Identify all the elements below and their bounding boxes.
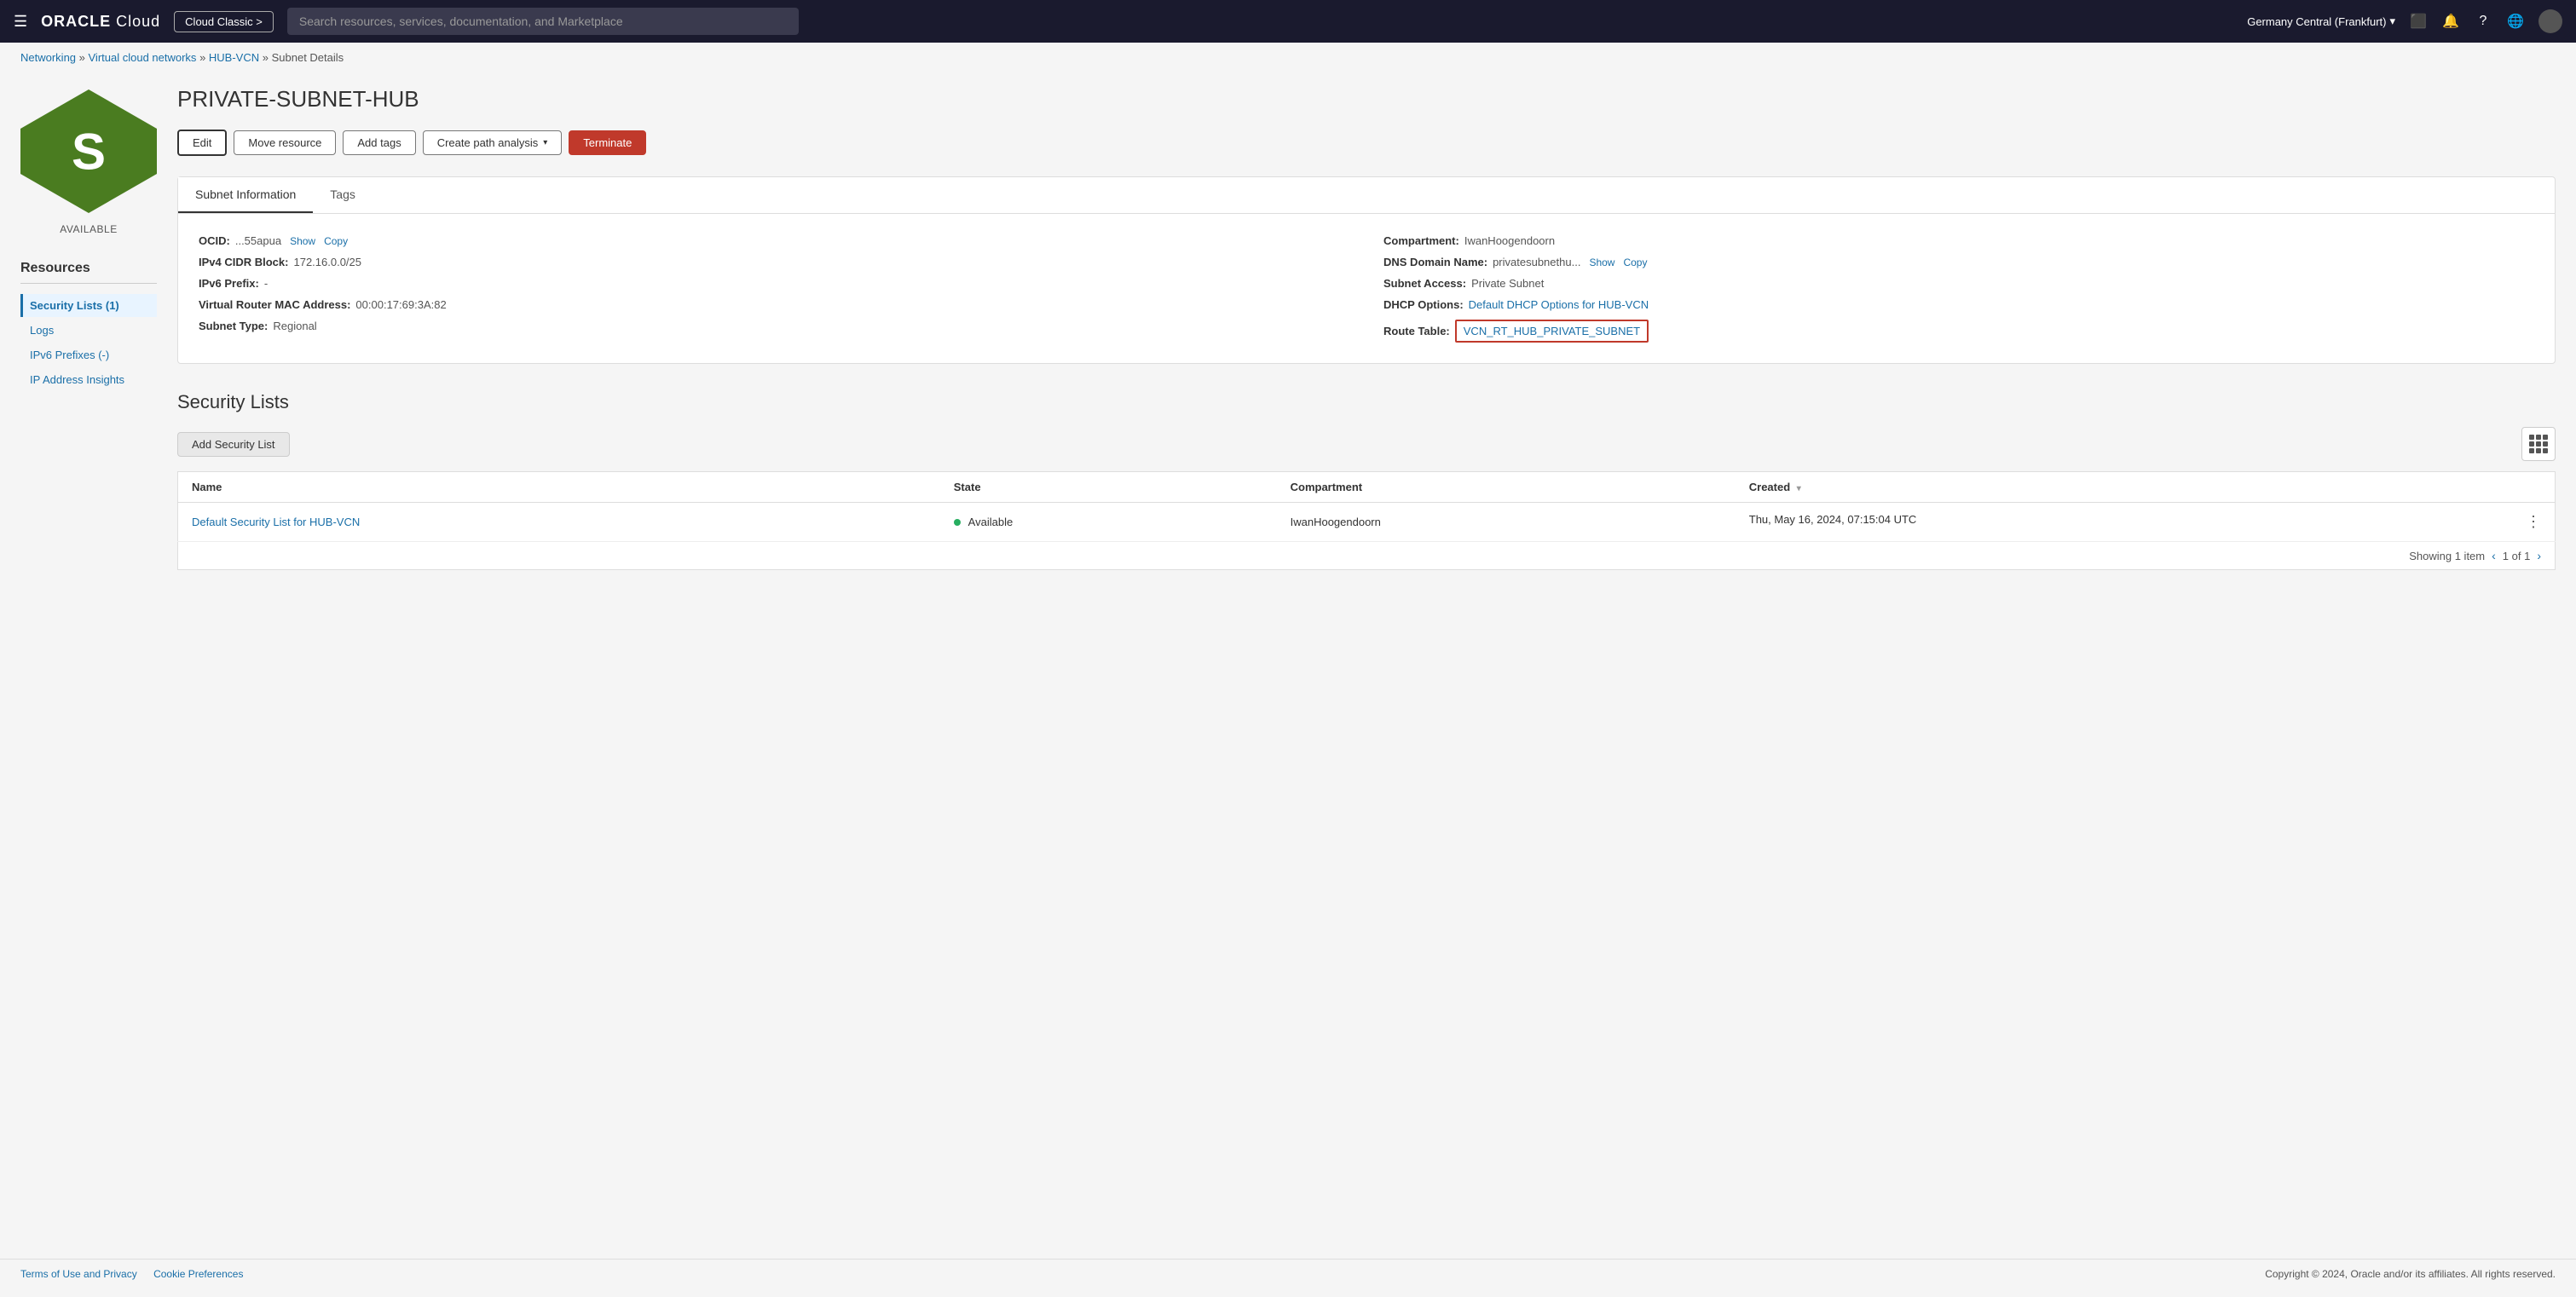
col-header-created[interactable]: Created ▾ bbox=[1736, 472, 2556, 503]
col-header-name: Name bbox=[178, 472, 940, 503]
prev-page-button[interactable]: ‹ bbox=[2492, 549, 2496, 562]
breadcrumb-vcn-list[interactable]: Virtual cloud networks bbox=[89, 51, 197, 64]
oracle-logo: ORACLE Cloud bbox=[41, 13, 160, 31]
row-menu-icon[interactable]: ⋮ bbox=[2526, 513, 2541, 531]
edit-button[interactable]: Edit bbox=[177, 130, 227, 156]
cookie-preferences-link[interactable]: Cookie Preferences bbox=[153, 1268, 243, 1280]
main-content: S AVAILABLE Resources Security Lists (1)… bbox=[0, 72, 2576, 1259]
cell-state: Available bbox=[940, 503, 1277, 542]
right-panel: PRIVATE-SUBNET-HUB Edit Move resource Ad… bbox=[177, 72, 2556, 1238]
action-buttons: Edit Move resource Add tags Create path … bbox=[177, 130, 2556, 156]
sidebar-item-ip-address-insights[interactable]: IP Address Insights bbox=[20, 368, 157, 391]
status-dot-icon bbox=[954, 519, 961, 526]
move-resource-button[interactable]: Move resource bbox=[234, 130, 336, 155]
cell-created: Thu, May 16, 2024, 07:15:04 UTC ⋮ bbox=[1736, 503, 2556, 542]
notification-bell-icon[interactable]: 🔔 bbox=[2441, 12, 2460, 31]
info-left-column: OCID: ...55apua Show Copy IPv4 CIDR Bloc… bbox=[199, 234, 1349, 343]
cell-name: Default Security List for HUB-VCN bbox=[178, 503, 940, 542]
tab-container: Subnet Information Tags OCID: ...55apua … bbox=[177, 176, 2556, 364]
subnet-icon: S bbox=[20, 89, 157, 213]
add-tags-button[interactable]: Add tags bbox=[343, 130, 415, 155]
security-list-link[interactable]: Default Security List for HUB-VCN bbox=[192, 516, 360, 528]
region-selector[interactable]: Germany Central (Frankfurt) ▾ bbox=[2247, 14, 2395, 28]
user-avatar[interactable] bbox=[2538, 9, 2562, 33]
section-actions: Add Security List bbox=[177, 427, 2556, 461]
cloud-classic-button[interactable]: Cloud Classic > bbox=[174, 11, 274, 32]
cell-compartment: IwanHoogendoorn bbox=[1277, 503, 1736, 542]
table-footer: Showing 1 item ‹ 1 of 1 › bbox=[177, 542, 2556, 570]
dns-domain-row: DNS Domain Name: privatesubnethu... Show… bbox=[1383, 256, 2534, 268]
ipv4-cidr-row: IPv4 CIDR Block: 172.16.0.0/25 bbox=[199, 256, 1349, 268]
ocid-show-link[interactable]: Show bbox=[290, 235, 315, 247]
tab-header: Subnet Information Tags bbox=[178, 177, 2555, 214]
dhcp-options-link[interactable]: Default DHCP Options for HUB-VCN bbox=[1469, 298, 1649, 311]
sidebar-item-ipv6-prefixes[interactable]: IPv6 Prefixes (-) bbox=[20, 343, 157, 366]
subnet-access-row: Subnet Access: Private Subnet bbox=[1383, 277, 2534, 290]
status-badge: AVAILABLE bbox=[60, 223, 117, 235]
hex-letter: S bbox=[72, 122, 106, 181]
add-security-list-button[interactable]: Add Security List bbox=[177, 432, 290, 457]
sidebar-item-security-lists[interactable]: Security Lists (1) bbox=[20, 294, 157, 317]
route-table-row: Route Table: VCN_RT_HUB_PRIVATE_SUBNET bbox=[1383, 320, 2534, 343]
showing-items-label: Showing 1 item bbox=[2409, 550, 2485, 562]
route-table-highlight: VCN_RT_HUB_PRIVATE_SUBNET bbox=[1455, 320, 1649, 343]
col-header-compartment: Compartment bbox=[1277, 472, 1736, 503]
table-row: Default Security List for HUB-VCN Availa… bbox=[178, 503, 2556, 542]
copyright-text: Copyright © 2024, Oracle and/or its affi… bbox=[2265, 1268, 2556, 1280]
security-lists-title: Security Lists bbox=[177, 391, 2556, 413]
page-info: 1 of 1 bbox=[2503, 550, 2531, 562]
nav-right-area: Germany Central (Frankfurt) ▾ ⬛ 🔔 ? 🌐 bbox=[2247, 9, 2562, 33]
subnet-info-grid: OCID: ...55apua Show Copy IPv4 CIDR Bloc… bbox=[199, 234, 2534, 343]
compartment-row: Compartment: IwanHoogendoorn bbox=[1383, 234, 2534, 247]
sidebar-item-logs[interactable]: Logs bbox=[20, 319, 157, 342]
dns-show-link[interactable]: Show bbox=[1589, 257, 1614, 268]
col-header-state: State bbox=[940, 472, 1277, 503]
sort-icon: ▾ bbox=[1797, 484, 1801, 493]
search-input[interactable] bbox=[287, 8, 799, 35]
language-icon[interactable]: 🌐 bbox=[2506, 12, 2525, 31]
ipv6-prefix-row: IPv6 Prefix: - bbox=[199, 277, 1349, 290]
help-icon[interactable]: ? bbox=[2474, 12, 2492, 31]
left-panel: S AVAILABLE Resources Security Lists (1)… bbox=[20, 72, 157, 1238]
resources-sidebar: Resources Security Lists (1) Logs IPv6 P… bbox=[20, 261, 157, 393]
terminate-button[interactable]: Terminate bbox=[569, 130, 646, 155]
dhcp-options-row: DHCP Options: Default DHCP Options for H… bbox=[1383, 298, 2534, 311]
resources-title: Resources bbox=[20, 261, 157, 276]
grid-icon bbox=[2529, 435, 2548, 453]
hamburger-menu-icon[interactable]: ☰ bbox=[14, 13, 27, 31]
page-title: PRIVATE-SUBNET-HUB bbox=[177, 86, 2556, 112]
breadcrumb: Networking » Virtual cloud networks » HU… bbox=[0, 43, 2576, 72]
footer-links: Terms of Use and Privacy Cookie Preferen… bbox=[20, 1268, 257, 1280]
security-lists-table: Name State Compartment Created ▾ Default… bbox=[177, 471, 2556, 542]
breadcrumb-current: Subnet Details bbox=[272, 51, 344, 64]
ocid-copy-link[interactable]: Copy bbox=[324, 235, 348, 247]
route-table-link[interactable]: VCN_RT_HUB_PRIVATE_SUBNET bbox=[1464, 325, 1640, 337]
mac-address-row: Virtual Router MAC Address: 00:00:17:69:… bbox=[199, 298, 1349, 311]
create-path-analysis-button[interactable]: Create path analysis ▾ bbox=[423, 130, 563, 155]
page-footer: Terms of Use and Privacy Cookie Preferen… bbox=[0, 1259, 2576, 1288]
breadcrumb-hub-vcn[interactable]: HUB-VCN bbox=[209, 51, 259, 64]
subnet-type-row: Subnet Type: Regional bbox=[199, 320, 1349, 332]
info-right-column: Compartment: IwanHoogendoorn DNS Domain … bbox=[1383, 234, 2534, 343]
grid-view-button[interactable] bbox=[2521, 427, 2556, 461]
next-page-button[interactable]: › bbox=[2537, 549, 2541, 562]
breadcrumb-networking[interactable]: Networking bbox=[20, 51, 76, 64]
terms-link[interactable]: Terms of Use and Privacy bbox=[20, 1268, 137, 1280]
tab-tags[interactable]: Tags bbox=[313, 177, 373, 213]
ocid-row: OCID: ...55apua Show Copy bbox=[199, 234, 1349, 247]
dns-copy-link[interactable]: Copy bbox=[1623, 257, 1647, 268]
developer-tools-icon[interactable]: ⬛ bbox=[2409, 12, 2428, 31]
tab-subnet-information[interactable]: Subnet Information bbox=[178, 177, 313, 213]
tab-content-subnet-information: OCID: ...55apua Show Copy IPv4 CIDR Bloc… bbox=[178, 214, 2555, 363]
top-navigation: ☰ ORACLE Cloud Cloud Classic > Germany C… bbox=[0, 0, 2576, 43]
chevron-down-icon: ▾ bbox=[543, 138, 547, 147]
